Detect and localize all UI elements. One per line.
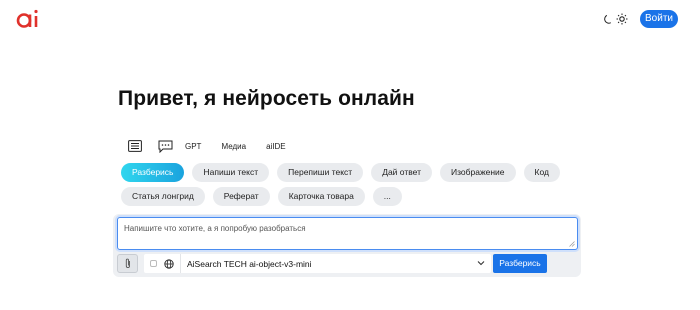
model-name: AiSearch TECH ai-object-v3-mini bbox=[187, 258, 312, 269]
chip-product-card[interactable]: Карточка товара bbox=[277, 187, 365, 206]
prompt-box bbox=[117, 217, 578, 250]
web-search-checkbox[interactable] bbox=[150, 260, 157, 267]
sun-icon bbox=[616, 13, 628, 25]
chip-image[interactable]: Изображение bbox=[439, 163, 516, 182]
tab-chat-mode[interactable] bbox=[157, 139, 173, 153]
chevron-down-icon bbox=[477, 261, 485, 266]
page-title: Привет, я нейросеть онлайн bbox=[118, 87, 415, 110]
logo[interactable] bbox=[16, 8, 40, 30]
chip-code[interactable]: Код bbox=[523, 163, 560, 182]
divider bbox=[180, 254, 181, 273]
prompt-input[interactable] bbox=[124, 224, 571, 243]
list-icon bbox=[128, 140, 142, 152]
prompt-chips: Разберись Напиши текст Перепиши текст Да… bbox=[121, 163, 560, 211]
tab-media[interactable]: Медиа bbox=[221, 142, 246, 151]
moon-icon bbox=[604, 14, 612, 24]
chip-more[interactable]: ... bbox=[372, 187, 402, 206]
globe-icon bbox=[164, 258, 174, 269]
tab-aiide[interactable]: aiIDE bbox=[266, 142, 286, 151]
composer-toolbar: AiSearch TECH ai-object-v3-mini Разберис… bbox=[117, 254, 577, 273]
chip-figure-out[interactable]: Разберись bbox=[121, 163, 185, 182]
mode-tabs: GPT Медиа aiIDE bbox=[127, 139, 286, 153]
chip-essay[interactable]: Реферат bbox=[212, 187, 270, 206]
tab-text-mode[interactable] bbox=[127, 139, 143, 153]
submit-button[interactable]: Разберись bbox=[493, 254, 547, 273]
paperclip-icon bbox=[125, 258, 130, 268]
resize-grip-icon[interactable] bbox=[569, 241, 575, 247]
chip-row: Разберись Напиши текст Перепиши текст Да… bbox=[121, 163, 560, 182]
theme-toggle[interactable] bbox=[603, 13, 628, 25]
login-button[interactable]: Войти bbox=[640, 10, 678, 28]
tab-gpt[interactable]: GPT bbox=[185, 142, 201, 151]
chat-icon bbox=[158, 140, 172, 153]
header-actions: Войти bbox=[603, 10, 678, 28]
chip-rewrite-text[interactable]: Перепиши текст bbox=[277, 163, 364, 182]
chip-longread[interactable]: Статья лонгрид bbox=[121, 187, 205, 206]
model-select[interactable]: AiSearch TECH ai-object-v3-mini bbox=[144, 254, 491, 273]
chip-row: Статья лонгрид Реферат Карточка товара .… bbox=[121, 187, 541, 206]
chip-write-text[interactable]: Напиши текст bbox=[192, 163, 270, 182]
composer: AiSearch TECH ai-object-v3-mini Разберис… bbox=[113, 214, 581, 277]
attach-button[interactable] bbox=[117, 254, 138, 273]
chip-answer[interactable]: Дай ответ bbox=[371, 163, 432, 182]
